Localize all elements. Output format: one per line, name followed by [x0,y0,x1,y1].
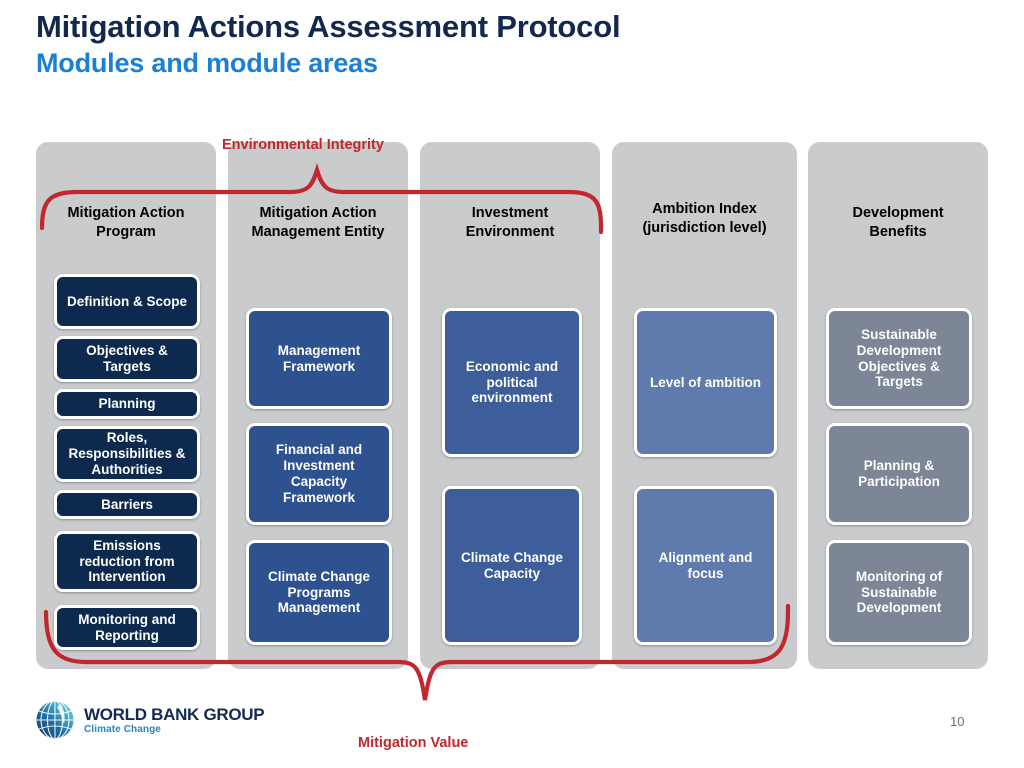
column-mitigation-action-management-entity[interactable]: Mitigation Action Management Entity Mana… [228,142,408,669]
module-box-planning[interactable]: Planning [54,389,200,419]
module-box-barriers[interactable]: Barriers [54,490,200,519]
modules-diagram: Mitigation Action Program Definition & S… [0,0,1024,768]
column-header-line1: Development [852,205,944,221]
column-ambition-index[interactable]: Ambition Index (jurisdiction level) Leve… [612,142,797,669]
column-header-investment-environment: Investment Environment [420,204,600,241]
column-header-development-benefits: Development Benefits [808,204,988,241]
mitigation-value-label: Mitigation Value [358,735,469,751]
module-box-alignment-and-focus[interactable]: Alignment and focus [634,486,777,645]
column-header-line2: (jurisdiction level) [642,219,767,236]
column-development-benefits[interactable]: Development Benefits Sustainable Develop… [808,142,988,669]
column-investment-environment[interactable]: Investment Environment Economic and poli… [420,142,600,669]
column-header-line2: Management Entity [251,223,385,240]
module-box-level-of-ambition[interactable]: Level of ambition [634,308,777,457]
module-box-climate-change-capacity[interactable]: Climate Change Capacity [442,486,582,645]
column-header-line2: Benefits [869,223,927,240]
column-header-line1: Mitigation Action [67,205,185,221]
logo-tagline: Climate Change [84,723,161,735]
module-box-definition-scope[interactable]: Definition & Scope [54,274,200,329]
module-box-monitoring-of-sustainable-development[interactable]: Monitoring of Sustainable Development [826,540,972,645]
module-box-financial-investment-capacity-framework[interactable]: Financial and Investment Capacity Framew… [246,423,392,525]
module-box-emissions-reduction-from-intervention[interactable]: Emissions reduction from Intervention [54,531,200,592]
column-header-line1: Investment [471,205,549,221]
page-number: 10 [950,714,965,729]
module-box-sustainable-development-objectives-targets[interactable]: Sustainable Development Objectives & Tar… [826,308,972,409]
module-box-monitoring-and-reporting[interactable]: Monitoring and Reporting [54,605,200,650]
globe-icon [35,700,75,740]
logo-text: WORLD BANK GROUP Climate Change [84,704,265,735]
module-box-economic-political-environment[interactable]: Economic and political environment [442,308,582,457]
column-header-ambition-index: Ambition Index (jurisdiction level) [612,200,797,237]
module-box-management-framework[interactable]: Management Framework [246,308,392,409]
environmental-integrity-label: Environmental Integrity [222,137,384,153]
module-box-objectives-targets[interactable]: Objectives & Targets [54,336,200,382]
column-header-line1: Mitigation Action [259,205,377,221]
column-header-line1: Ambition Index [652,201,757,217]
column-header-mitigation-action-management-entity: Mitigation Action Management Entity [228,204,408,241]
column-header-line2: Program [96,223,156,240]
module-box-roles-responsibilities-authorities[interactable]: Roles, Responsibilities & Authorities [54,426,200,482]
column-header-line2: Environment [465,223,555,240]
column-header-mitigation-action-program: Mitigation Action Program [36,204,216,241]
module-box-climate-change-programs-management[interactable]: Climate Change Programs Management [246,540,392,645]
logo-wordmark: WORLD BANK GROUP [84,704,265,724]
column-mitigation-action-program[interactable]: Mitigation Action Program Definition & S… [36,142,216,669]
module-box-planning-participation[interactable]: Planning & Participation [826,423,972,525]
world-bank-group-logo: WORLD BANK GROUP Climate Change [33,698,265,742]
